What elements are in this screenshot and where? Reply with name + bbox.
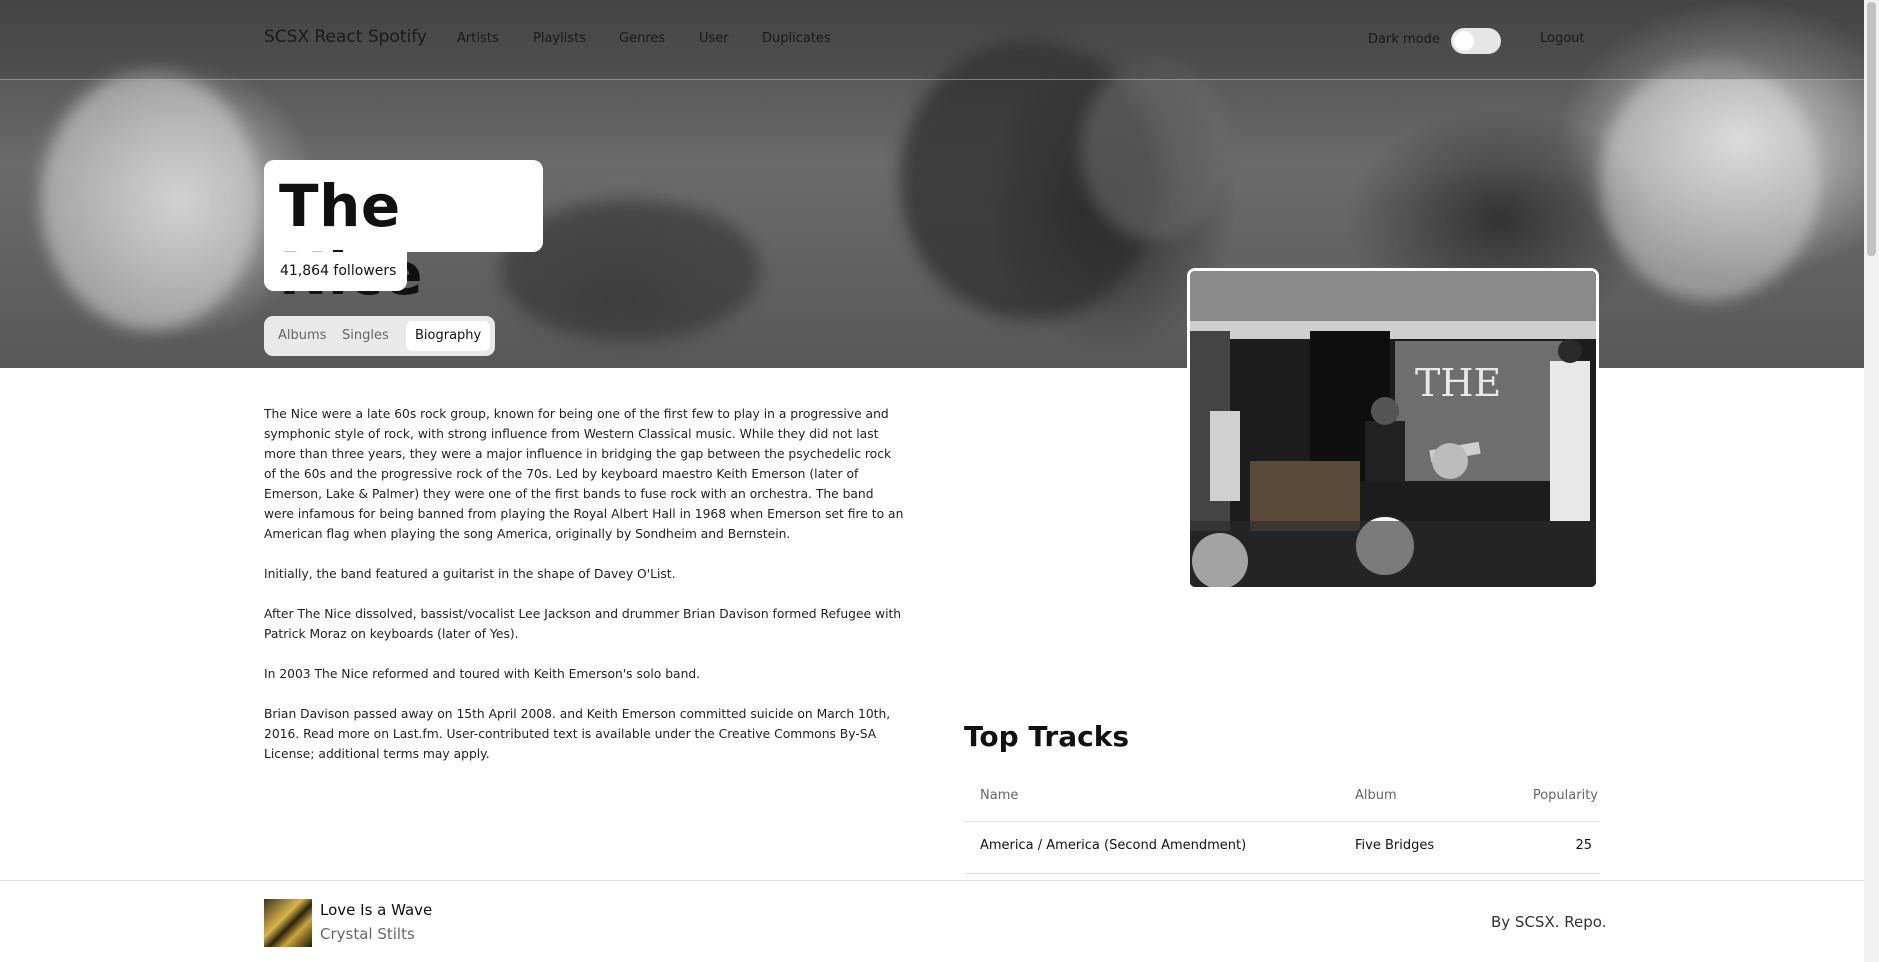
- svg-text:THE: THE: [1415, 361, 1501, 405]
- top-tracks-title: Top Tracks: [964, 720, 1130, 753]
- artist-tabs: Albums Singles Biography: [264, 316, 495, 356]
- track-album[interactable]: Five Bridges: [1355, 838, 1434, 853]
- table-row[interactable]: America / America (Second Amendment) Fiv…: [964, 822, 1600, 874]
- column-header-album[interactable]: Album: [1355, 788, 1397, 803]
- tab-singles[interactable]: Singles: [333, 321, 398, 351]
- artist-photo-image: THE: [1190, 271, 1596, 587]
- nav-link-user[interactable]: User: [699, 31, 729, 46]
- footer-credit[interactable]: By SCSX. Repo.: [1491, 913, 1606, 931]
- dark-mode-toggle[interactable]: [1451, 28, 1501, 54]
- now-playing-artist[interactable]: Crystal Stilts: [320, 925, 415, 943]
- column-header-popularity[interactable]: Popularity: [1533, 788, 1598, 803]
- top-navbar: SCSX React Spotify Artists Playlists Gen…: [0, 0, 1864, 80]
- tab-biography[interactable]: Biography: [406, 321, 491, 351]
- tab-albums[interactable]: Albums: [269, 321, 335, 351]
- artist-photo: THE: [1187, 268, 1599, 590]
- bio-paragraph: Brian Davison passed away on 15th April …: [264, 707, 891, 761]
- hero-blur-shape: [1600, 60, 1820, 300]
- hero-blur-shape: [1080, 60, 1230, 240]
- bio-paragraph: After The Nice dissolved, bassist/vocali…: [264, 607, 902, 641]
- toggle-knob: [1454, 31, 1474, 51]
- bio-paragraph: In 2003 The Nice reformed and toured wit…: [264, 667, 701, 681]
- nav-link-genres[interactable]: Genres: [619, 31, 665, 46]
- column-header-name[interactable]: Name: [980, 788, 1018, 803]
- now-playing-bar: Love Is a Wave Crystal Stilts By SCSX. R…: [0, 880, 1864, 962]
- page-scrollbar[interactable]: [1864, 0, 1879, 962]
- nav-link-duplicates[interactable]: Duplicates: [762, 31, 831, 46]
- followers-card: 41,864 followers: [264, 252, 407, 291]
- dark-mode-label: Dark mode: [1368, 32, 1440, 47]
- bio-paragraph: The Nice were a late 60s rock group, kno…: [264, 407, 904, 541]
- top-tracks-header: Name Album Popularity: [964, 776, 1600, 822]
- now-playing-song[interactable]: Love Is a Wave: [320, 901, 432, 919]
- scrollbar-thumb[interactable]: [1867, 2, 1876, 256]
- track-popularity: 25: [1575, 838, 1592, 853]
- brand-link[interactable]: SCSX React Spotify: [264, 27, 427, 47]
- hero-blur-shape: [40, 70, 260, 330]
- nav-link-playlists[interactable]: Playlists: [533, 31, 586, 46]
- biography-text: The Nice were a late 60s rock group, kno…: [264, 404, 904, 784]
- artist-title-card: The Nice: [264, 160, 543, 308]
- nav-link-artists[interactable]: Artists: [457, 31, 499, 46]
- track-name: America / America (Second Amendment): [980, 838, 1247, 853]
- logout-link[interactable]: Logout: [1540, 31, 1585, 46]
- bio-paragraph: Initially, the band featured a guitarist…: [264, 567, 676, 581]
- album-cover: [264, 899, 312, 947]
- followers-count: 41,864 followers: [280, 263, 397, 279]
